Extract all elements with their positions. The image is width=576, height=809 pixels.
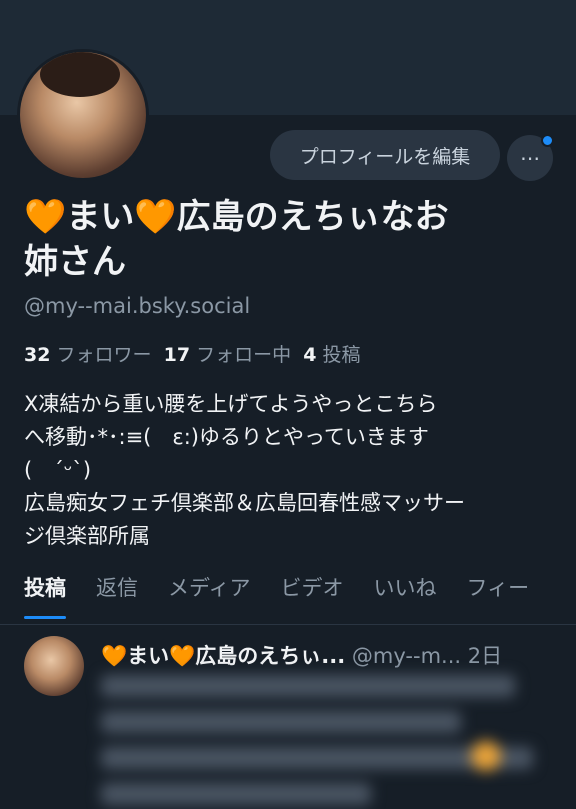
followers-label: フォロワー: [56, 344, 152, 366]
posts-count: 4: [303, 344, 317, 366]
more-icon: ⋯: [520, 146, 540, 170]
tabs-divider: [0, 624, 576, 625]
tab-likes[interactable]: いいね: [374, 572, 437, 624]
tab-replies[interactable]: 返信: [96, 572, 138, 624]
following-label: フォロー中: [196, 344, 292, 366]
tab-media[interactable]: メディア: [168, 572, 251, 624]
posts-label: 投稿: [322, 344, 361, 366]
tab-posts[interactable]: 投稿: [24, 572, 66, 624]
posts-stat: 4 投稿: [303, 344, 360, 366]
tab-videos[interactable]: ビデオ: [281, 572, 344, 624]
followers-count: 32: [24, 344, 51, 366]
profile-bio: X凍結から重い腰を上げてようやっとこちら へ移動･*･:≡( ε:)ゆるりとやっ…: [24, 388, 559, 553]
profile-avatar[interactable]: [17, 49, 149, 181]
tab-feeds[interactable]: フィー: [467, 572, 530, 624]
profile-stats: 32 フォロワー 17 フォロー中 4 投稿: [24, 340, 361, 367]
profile-handle: @my--mai.bsky.social: [24, 294, 251, 318]
bio-line: ( ˊᵕˋ): [24, 458, 92, 482]
bio-line: ジ倶楽部所属: [24, 524, 150, 548]
display-name-line-1: 🧡まい🧡広島のえちぃなお: [24, 197, 449, 237]
post-author: 🧡まい🧡広島のえちぃ...: [101, 644, 346, 668]
more-options-button[interactable]: ⋯: [507, 134, 554, 181]
following-link[interactable]: 17 フォロー中: [164, 344, 292, 366]
bio-line: 広島痴女フェチ倶楽部＆広島回春性感マッサー: [24, 491, 465, 515]
post-header[interactable]: 🧡まい🧡広島のえちぃ... @my--m... 2日: [101, 640, 502, 670]
profile-tabs: 投稿 返信 メディア ビデオ いいね フィー: [24, 572, 576, 624]
followers-link[interactable]: 32 フォロワー: [24, 344, 152, 366]
post-handle: @my--m...: [351, 644, 462, 668]
bio-line: X凍結から重い腰を上げてようやっとこちら: [24, 392, 438, 416]
post-body-blurred[interactable]: [101, 675, 551, 809]
display-name-line-2: 姉さん: [24, 242, 126, 282]
post-time: 2日: [467, 644, 503, 668]
notification-dot: [541, 134, 554, 147]
edit-profile-button[interactable]: プロフィールを編集: [270, 130, 500, 180]
bio-line: へ移動･*･:≡( ε:)ゆるりとやっていきます: [24, 425, 429, 449]
display-name: 🧡まい🧡広島のえちぃなお 姉さん: [24, 195, 554, 285]
post-avatar[interactable]: [24, 636, 84, 696]
following-count: 17: [163, 344, 191, 366]
